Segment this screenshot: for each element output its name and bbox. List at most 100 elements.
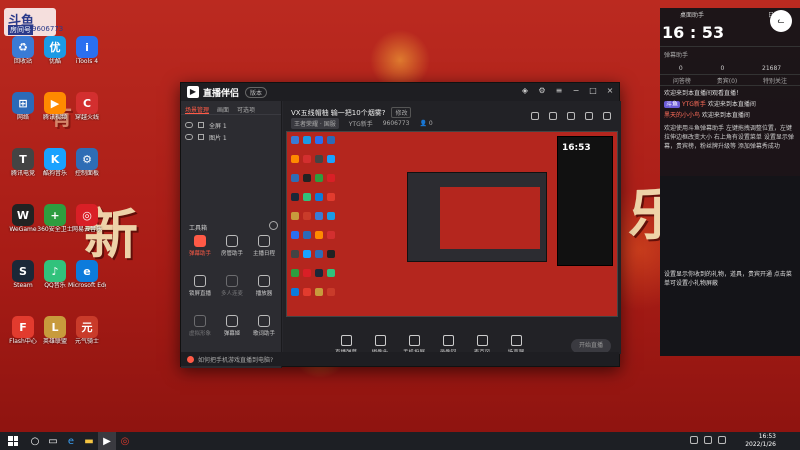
toolbox-collapse-icon[interactable] <box>269 221 278 230</box>
phone-preview: 16:53 <box>557 136 613 266</box>
preview-icon <box>303 269 311 277</box>
netease-music-taskbar-icon[interactable]: ◎ <box>116 432 134 450</box>
tab-options[interactable]: 可选项 <box>237 105 255 114</box>
close-icon[interactable]: × <box>605 86 615 96</box>
desktop-icon[interactable]: i iTools 4 <box>68 36 106 76</box>
edge-taskbar-icon[interactable]: e <box>62 432 80 450</box>
visibility-eye-icon[interactable] <box>185 134 193 140</box>
tool-label: 房管助手 <box>220 251 243 257</box>
user-name[interactable]: YTG新手 <box>682 101 706 108</box>
desktop-icon[interactable]: C 穿越火线 <box>68 92 106 132</box>
app-icon: 元 <box>76 316 98 338</box>
stream-preview[interactable]: 16:53 <box>286 131 618 317</box>
app-icon: K <box>44 148 66 170</box>
window-controls: ◈ ⚙ ≡ − □ × <box>520 86 615 96</box>
toolbox-item[interactable]: 房管助手 <box>217 235 247 261</box>
preview-icon <box>315 231 323 239</box>
message-text: 欢迎来到本直播间观看直播！ <box>664 90 743 97</box>
go-live-button[interactable]: 开始直播 <box>571 339 611 353</box>
app-icon: S <box>12 260 34 282</box>
mascot-cat-icon[interactable]: ᓚ <box>770 10 792 32</box>
landscape-icon[interactable] <box>567 112 575 120</box>
toolbox-item[interactable]: 弹幕助手 <box>185 235 215 261</box>
preview-icon <box>303 212 311 220</box>
settings-icon[interactable]: ⚙ <box>537 86 547 96</box>
nested-preview-canvas <box>440 187 540 249</box>
tool-label: 播放器 <box>255 291 273 297</box>
menu-icon[interactable]: ≡ <box>554 86 564 96</box>
fans-count: 👤 0 <box>419 120 433 127</box>
tool-icon <box>226 315 238 327</box>
taskbar-time: 16:53 <box>758 433 776 440</box>
start-button[interactable] <box>0 432 26 450</box>
app-icon: C <box>76 92 98 114</box>
toolbox-item[interactable]: 锁屏直播 <box>185 275 215 301</box>
desktop-icon[interactable]: 元元气骑士 <box>68 316 106 356</box>
desktop-icon-label: 元气骑士 <box>74 338 99 345</box>
taskbar-clock[interactable]: 16:53 2022/1/26 <box>745 433 776 449</box>
live-companion-taskbar-icon[interactable]: ▶ <box>98 432 116 450</box>
toolbox-title: 工具箱 <box>189 225 208 232</box>
tab-vip[interactable]: 贵宾(0) <box>717 76 738 85</box>
version-pill[interactable]: 版本 <box>245 86 268 98</box>
tool-label: 多人连麦 <box>220 291 243 297</box>
stream-center-panel: VX五线帽柚 输一把10个烟雾? 修改 王者荣耀 · 国服 YTG新手 9606… <box>283 101 621 356</box>
layer-label: 图片 1 <box>209 134 227 142</box>
layer-row[interactable]: 全屏 1 <box>181 119 281 131</box>
watermark-room-number: 9606773 <box>32 25 64 33</box>
task-view-icon[interactable]: ▭ <box>44 432 62 450</box>
screenshot-icon[interactable] <box>531 112 539 120</box>
nested-window-preview <box>407 172 547 262</box>
phone-stream-help-link[interactable]: 如何把手机游戏直播到电脑? <box>198 355 273 364</box>
tab-follow[interactable]: 特别关注 <box>763 76 787 85</box>
message-text: 欢迎来到本直播间 <box>705 101 756 108</box>
tool-label: 弹幕姬 <box>223 331 241 337</box>
edit-title-button[interactable]: 修改 <box>391 107 412 118</box>
layer-row[interactable]: 图片 1 <box>181 131 281 143</box>
desktop-icon[interactable]: eMicrosoft Edge <box>68 260 106 300</box>
user-name[interactable]: 黑天的小小鸟 <box>664 112 700 119</box>
desktop-icon[interactable]: ⚙ 控制面板 <box>68 148 106 188</box>
share-icon[interactable] <box>603 112 611 120</box>
phone-cast-icon <box>408 335 420 346</box>
taskbar-date: 2022/1/26 <box>745 441 776 448</box>
chat-message: 斗鱼 YTG新手 欢迎来到本直播间 <box>664 100 796 109</box>
visibility-eye-icon[interactable] <box>185 122 193 128</box>
desktop-icon[interactable]: ◎ 网易云音乐 <box>68 204 106 244</box>
portrait-icon[interactable] <box>585 112 593 120</box>
chat-top-left-label: 桌面助手 <box>680 12 705 19</box>
desktop-icon-label: 控制面板 <box>74 170 99 177</box>
app-logo-icon: ▶ <box>187 86 199 98</box>
tab-canvas[interactable]: 画面 <box>217 105 229 114</box>
network-icon[interactable] <box>690 436 698 444</box>
stat-viewers: 0 <box>720 64 725 72</box>
toolbox-item[interactable]: 主播日程 <box>249 235 279 261</box>
toolbox-item[interactable]: 弹幕姬 <box>217 315 247 341</box>
tab-rank[interactable]: 问答榜 <box>673 76 691 85</box>
app-titlebar[interactable]: ▶ 直播伴侣 版本 ◈ ⚙ ≡ − □ × <box>181 83 619 101</box>
danmaku-assistant-panel[interactable]: 桌面助手 日活 ᓚ 16 : 53 弹幕助手 0 0 21687 问答榜 贵宾(… <box>660 8 800 356</box>
minimize-icon[interactable]: − <box>571 86 581 96</box>
toolbox-item[interactable]: 播放器 <box>249 275 279 301</box>
file-explorer-icon[interactable]: ▬ <box>80 432 98 450</box>
toolbox-item[interactable]: 多人连麦 <box>217 275 247 301</box>
volume-icon[interactable] <box>704 436 712 444</box>
tab-scene-manage[interactable]: 场景管理 <box>185 105 210 114</box>
search-icon[interactable]: ○ <box>26 432 44 450</box>
toolbox-item[interactable]: 虚拟形象 <box>185 315 215 341</box>
help-icon <box>187 355 194 363</box>
maximize-icon[interactable]: □ <box>588 86 598 96</box>
app-icon: ◎ <box>76 204 98 226</box>
live-companion-window[interactable]: ▶ 直播伴侣 版本 ◈ ⚙ ≡ − □ × 场景管理 画面 可选项 全屏 1 图… <box>180 82 621 368</box>
record-icon[interactable] <box>549 112 557 120</box>
preview-icon <box>291 288 299 296</box>
desktop-icon-label: Microsoft Edge <box>68 282 106 289</box>
skin-icon[interactable]: ◈ <box>520 86 530 96</box>
stream-title: VX五线帽柚 输一把10个烟雾? <box>291 108 386 117</box>
ime-icon[interactable] <box>718 436 726 444</box>
user-badge: 斗鱼 <box>664 101 681 108</box>
toolbox-item[interactable]: 歌词助手 <box>249 315 279 341</box>
preview-icon <box>303 155 311 163</box>
category-tag[interactable]: 王者荣耀 · 国服 <box>291 118 339 129</box>
preview-icon <box>291 136 299 144</box>
